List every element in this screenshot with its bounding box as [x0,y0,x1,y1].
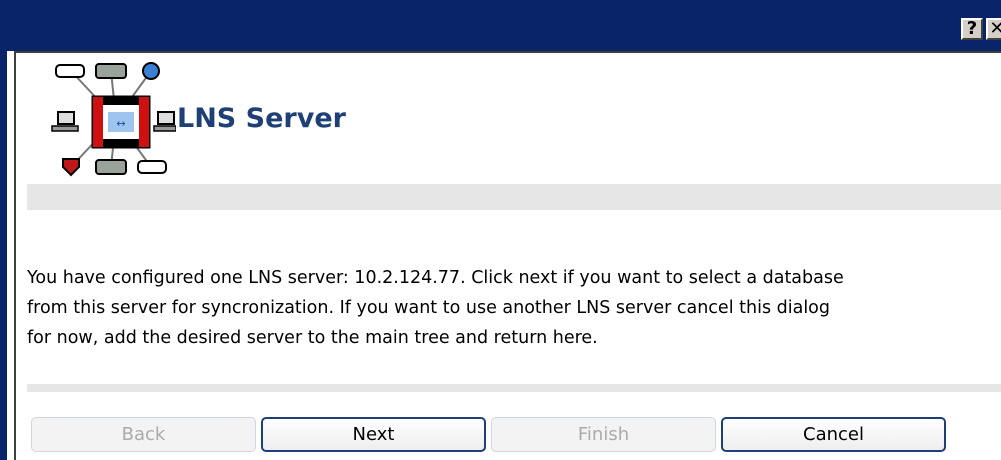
page-title: LNS Server [177,103,346,134]
help-icon: ? [966,18,978,39]
help-button[interactable]: ? [961,18,983,40]
header-divider [27,184,1001,210]
back-button[interactable]: Back [31,417,256,452]
wizard-content: ↔ LNS Server You have configured one LNS… [14,51,1001,460]
info-message: You have configured one LNS server: 10.2… [27,268,844,348]
lns-network-icon: ↔ [51,62,176,177]
close-icon: ✕ [989,18,1001,39]
svg-text:↔: ↔ [116,117,125,130]
next-button[interactable]: Next [261,417,486,452]
title-bar: ? ✕ [7,0,1001,51]
finish-button[interactable]: Finish [491,417,716,452]
footer-divider [27,384,1001,392]
wizard-dialog: ? ✕ ↔ LNS Server You have configured one… [0,0,1001,460]
close-button[interactable]: ✕ [986,18,1001,40]
cancel-button[interactable]: Cancel [721,417,946,452]
